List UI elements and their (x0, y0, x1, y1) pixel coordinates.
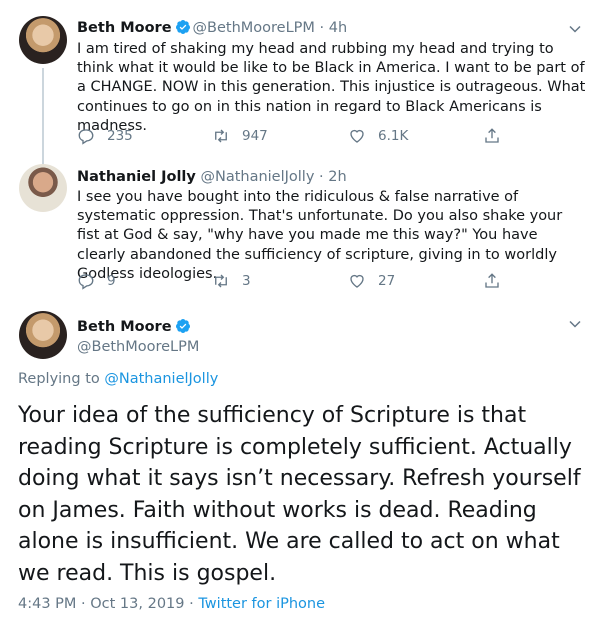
like-button[interactable]: 27 (348, 272, 395, 290)
tweet-header: Nathaniel Jolly @NathanielJolly · 2h (77, 168, 347, 186)
tweet-nathaniel-jolly[interactable]: Nathaniel Jolly @NathanielJolly · 2h I s… (0, 160, 604, 305)
like-count: 27 (378, 273, 396, 289)
tweet-text: I am tired of shaking my head and rubbin… (77, 41, 586, 134)
reply-icon (78, 274, 94, 290)
like-count: 6.1K (378, 128, 409, 144)
share-button[interactable] (483, 272, 513, 290)
retweet-button[interactable]: 3 (212, 272, 251, 290)
author-name[interactable]: Nathaniel Jolly (77, 169, 196, 185)
reply-count: 235 (107, 128, 133, 144)
tweet-actions: 9 3 27 (77, 272, 537, 292)
replying-to: Replying to @NathanielJolly (18, 371, 218, 387)
replying-to-link[interactable]: @NathanielJolly (104, 371, 218, 387)
reply-button[interactable]: 9 (77, 272, 116, 290)
reply-button[interactable]: 235 (77, 127, 133, 145)
tweet-timestamp[interactable]: 4:43 PM · Oct 13, 2019 · (18, 596, 194, 612)
like-button[interactable]: 6.1K (348, 127, 408, 145)
verified-badge-icon (175, 20, 190, 34)
retweet-icon (215, 274, 227, 288)
avatar[interactable] (19, 16, 67, 64)
avatar[interactable] (19, 164, 67, 212)
author-handle[interactable]: @BethMooreLPM (193, 20, 315, 36)
reply-icon (78, 129, 94, 145)
tweet-source-link[interactable]: Twitter for iPhone (198, 596, 325, 612)
tweet-meta: 4:43 PM · Oct 13, 2019 · Twitter for iPh… (18, 596, 325, 612)
main-tweet-text: Your idea of the sufficiency of Scriptur… (18, 403, 581, 586)
share-icon (485, 128, 499, 143)
chevron-down-icon[interactable] (568, 317, 582, 331)
author-handle[interactable]: @NathanielJolly (200, 169, 314, 185)
share-button[interactable] (483, 127, 513, 145)
retweet-icon (215, 129, 227, 143)
tweet-actions: 235 947 6.1K (77, 127, 537, 147)
tweet-time[interactable]: · 2h (319, 169, 347, 185)
main-tweet-header: Beth Moore @BethMooreLPM (77, 317, 199, 357)
verified-badge-icon (175, 319, 190, 333)
heart-icon (350, 129, 364, 143)
retweet-count: 947 (242, 128, 268, 144)
tweet-time[interactable]: · 4h (320, 20, 348, 36)
replying-prefix: Replying to (18, 371, 100, 387)
share-icon (485, 273, 499, 288)
tweet-text: I see you have bought into the ridiculou… (77, 189, 563, 282)
retweet-count: 3 (242, 273, 251, 289)
tweet-header: Beth Moore @BethMooreLPM · 4h (77, 19, 347, 37)
tweet-beth-moore[interactable]: Beth Moore @BethMooreLPM · 4h I am tired … (0, 0, 604, 166)
chevron-down-icon[interactable] (568, 22, 582, 36)
thread-connector (42, 68, 44, 166)
author-name[interactable]: Beth Moore (77, 319, 172, 335)
reply-count: 9 (107, 273, 116, 289)
retweet-button[interactable]: 947 (212, 127, 268, 145)
avatar[interactable] (19, 311, 67, 359)
heart-icon (350, 274, 364, 288)
author-name[interactable]: Beth Moore (77, 20, 172, 36)
author-handle[interactable]: @BethMooreLPM (77, 337, 199, 357)
